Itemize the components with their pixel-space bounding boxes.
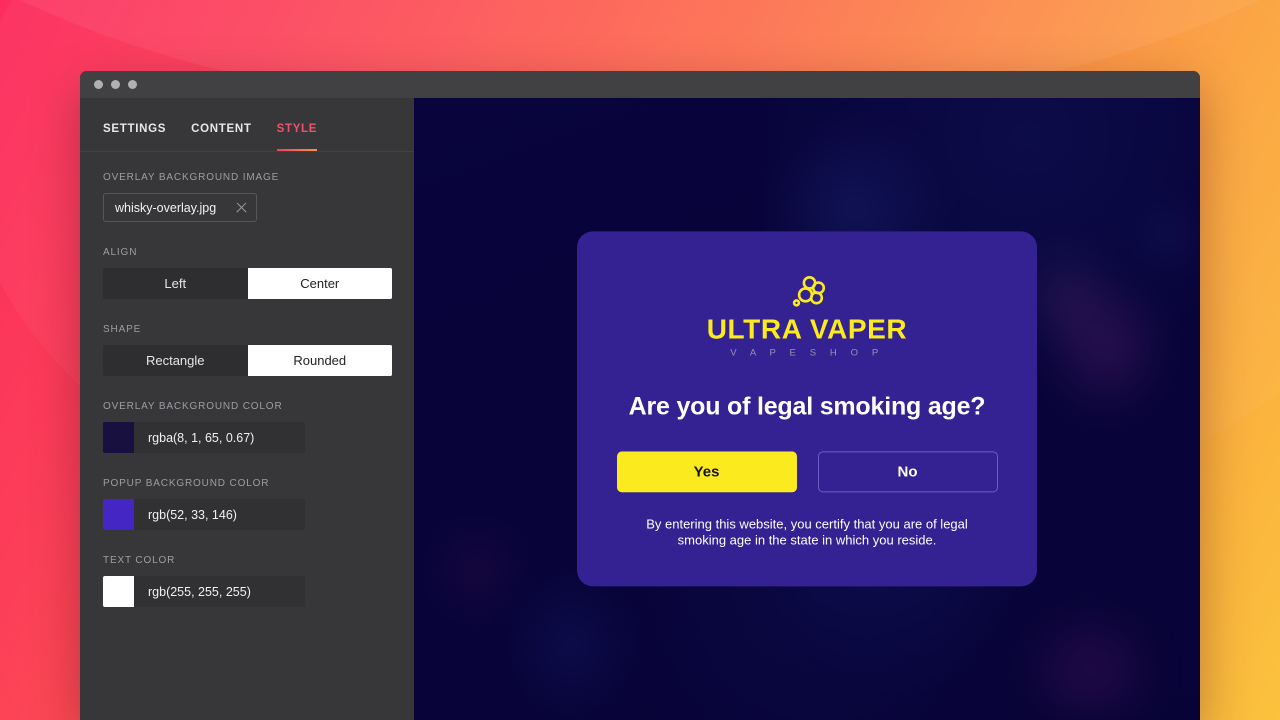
yes-button[interactable]: Yes <box>616 450 797 492</box>
overlay-background-image-filename: whisky-overlay.jpg <box>115 200 217 215</box>
editor-sidebar: SETTINGS CONTENT STYLE OVERLAY BACKGROUN… <box>80 98 414 720</box>
overlay-background-color-picker[interactable]: rgba(8, 1, 65, 0.67) <box>103 422 305 453</box>
align-segmented-control: Left Center <box>103 268 392 299</box>
popup-heading: Are you of legal smoking age? <box>628 391 986 420</box>
window-minimize-button[interactable] <box>111 80 120 89</box>
shape-segmented-control: Rectangle Rounded <box>103 345 392 376</box>
popup-background-color-value: rgb(52, 33, 146) <box>148 507 237 522</box>
overlay-background-color-value: rgba(8, 1, 65, 0.67) <box>148 430 255 445</box>
shape-option-rectangle[interactable]: Rectangle <box>103 345 248 376</box>
field-label-overlay-background-color: OVERLAY BACKGROUND COLOR <box>103 401 283 412</box>
brand-tagline: V A P E S H O P <box>730 347 884 359</box>
text-color-picker[interactable]: rgb(255, 255, 255) <box>103 576 305 607</box>
field-text-color: TEXT COLOR rgb(255, 255, 255) <box>103 555 391 607</box>
browser-window: SETTINGS CONTENT STYLE OVERLAY BACKGROUN… <box>80 71 1200 720</box>
color-swatch-text[interactable] <box>103 576 134 607</box>
close-icon[interactable] <box>235 201 248 214</box>
overlay-background-image-input[interactable]: whisky-overlay.jpg <box>103 193 257 222</box>
field-label-shape: SHAPE <box>103 324 142 335</box>
field-label-align: ALIGN <box>103 247 138 258</box>
tab-settings[interactable]: SETTINGS <box>103 123 166 151</box>
align-option-center[interactable]: Center <box>247 268 392 299</box>
text-color-value: rgb(255, 255, 255) <box>148 584 251 599</box>
shape-option-rounded[interactable]: Rounded <box>247 345 392 376</box>
align-option-left[interactable]: Left <box>103 268 248 299</box>
window-close-button[interactable] <box>94 80 103 89</box>
brand-logo: ULTRA VAPER V A P E S H O P <box>613 275 1001 358</box>
field-popup-background-color: POPUP BACKGROUND COLOR rgb(52, 33, 146) <box>103 478 391 530</box>
field-label-overlay-background-image: OVERLAY BACKGROUND IMAGE <box>103 172 280 183</box>
popup-actions: Yes No <box>613 450 1001 492</box>
field-overlay-background-color: OVERLAY BACKGROUND COLOR rgba(8, 1, 65, … <box>103 401 391 453</box>
tab-content[interactable]: CONTENT <box>191 123 251 151</box>
field-label-popup-background-color: POPUP BACKGROUND COLOR <box>103 478 270 489</box>
tab-style[interactable]: STYLE <box>276 123 318 151</box>
popup-background-color-picker[interactable]: rgb(52, 33, 146) <box>103 499 305 530</box>
brand-name: ULTRA VAPER <box>706 313 908 345</box>
field-align: ALIGN Left Center <box>103 247 392 299</box>
no-button[interactable]: No <box>817 450 998 492</box>
style-panel: OVERLAY BACKGROUND IMAGE whisky-overlay.… <box>80 152 414 607</box>
popup-disclaimer: By entering this website, you certify th… <box>646 515 968 548</box>
window-title-bar <box>80 71 1200 98</box>
window-body: SETTINGS CONTENT STYLE OVERLAY BACKGROUN… <box>80 98 1200 720</box>
field-label-text-color: TEXT COLOR <box>103 555 176 566</box>
age-verification-popup: ULTRA VAPER V A P E S H O P Are you of l… <box>577 231 1037 587</box>
window-maximize-button[interactable] <box>128 80 137 89</box>
smoke-cloud-icon <box>792 275 826 307</box>
popup-preview-viewport: ULTRA VAPER V A P E S H O P Are you of l… <box>414 98 1200 720</box>
color-swatch-popup-background[interactable] <box>103 499 134 530</box>
color-swatch-overlay-background[interactable] <box>103 422 134 453</box>
field-shape: SHAPE Rectangle Rounded <box>103 324 392 376</box>
field-overlay-background-image: OVERLAY BACKGROUND IMAGE whisky-overlay.… <box>103 172 391 222</box>
editor-tabs: SETTINGS CONTENT STYLE <box>80 98 414 152</box>
